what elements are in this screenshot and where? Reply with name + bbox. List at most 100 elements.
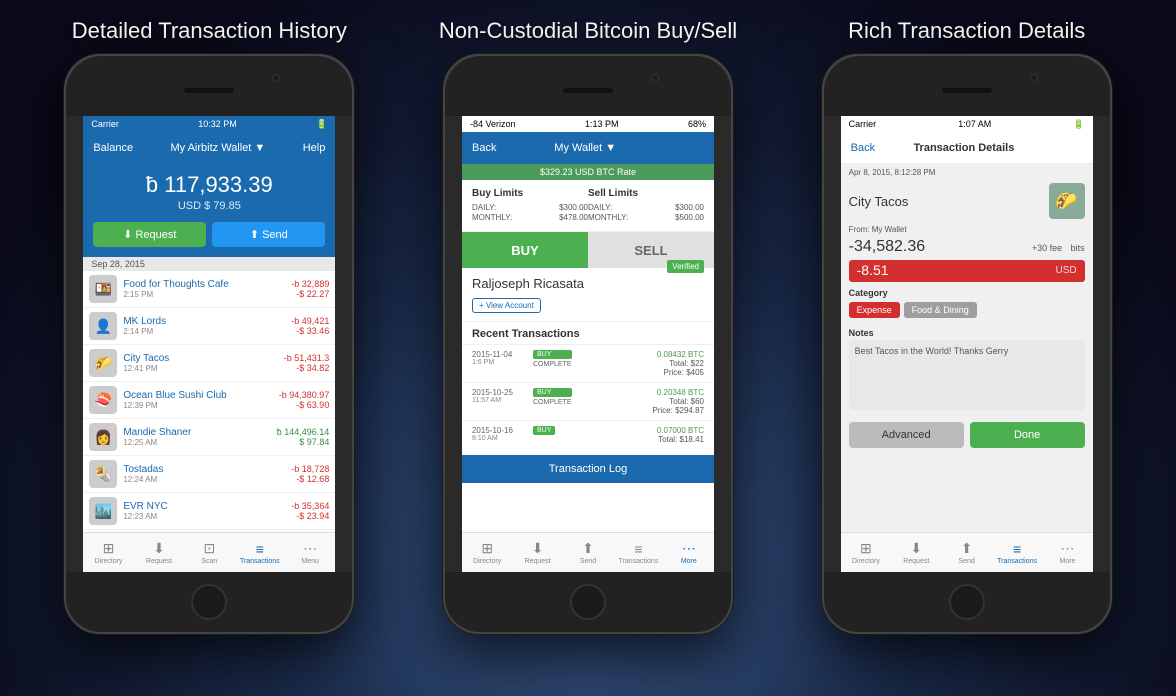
p2-tx-btc-2: 0.07000 BTC — [561, 426, 704, 435]
p1-tx-icon-3: 🍣 — [89, 386, 117, 414]
page-layout: Detailed Transaction History Non-Custodi… — [0, 0, 1176, 696]
p2-tx-item-0: 2015-11-04 1:6 PM BUY COMPLETE 0.08432 B… — [462, 344, 714, 382]
p1-tx-amounts-3: -b 94,380.97 -$ 63.90 — [279, 390, 330, 410]
phone-3-home-button[interactable] — [949, 584, 985, 620]
p1-battery: 🔋 — [316, 119, 327, 130]
phone-2-home-button[interactable] — [570, 584, 606, 620]
send-icon: ⬆ — [582, 540, 594, 557]
p1-tx-usd-5: -$ 12.68 — [291, 474, 329, 484]
p3-action-row: Advanced Done — [841, 416, 1093, 454]
p3-tab-directory[interactable]: ⊞ Directory — [841, 533, 891, 572]
phone-1-status-bar: Carrier 10:32 PM 🔋 — [83, 116, 335, 132]
p3-tab-more[interactable]: ⋯ More — [1042, 533, 1092, 572]
p2-tx-price-0: Price: $405 — [578, 368, 704, 377]
p2-back-button[interactable]: Back — [472, 142, 496, 154]
download-icon: ⬇ — [123, 228, 132, 241]
p1-amount-section: ƀ 117,933.39 USD $ 79.85 — [83, 164, 335, 222]
p1-tx-item: 🍣 Ocean Blue Sushi Club 12:39 PM -b 94,3… — [83, 382, 335, 419]
p1-tab-menu[interactable]: ⋯ Menu — [285, 533, 335, 572]
p3-done-button[interactable]: Done — [970, 422, 1085, 448]
p1-send-button[interactable]: ⬆ Send — [212, 222, 325, 247]
p1-tx-btc-2: -b 51,431.3 — [284, 353, 330, 363]
p2-buy-daily: DAILY: $300.00 — [472, 203, 588, 212]
p3-back-button[interactable]: Back — [851, 142, 875, 154]
p2-tab-transactions[interactable]: ≡ Transactions — [613, 533, 663, 572]
p2-tx-amounts-1: 0.20348 BTC Total: $60 Price: $294.87 — [578, 388, 704, 415]
scan-icon: ⊡ — [203, 540, 215, 557]
p1-btc-amount: ƀ 117,933.39 — [87, 172, 331, 198]
p2-tx-badge-1: BUY — [533, 388, 572, 397]
p3-tab-send[interactable]: ⬆ Send — [941, 533, 991, 572]
p3-merchant-row: City Tacos 🌮 — [841, 179, 1093, 223]
p1-wallet-selector[interactable]: My Airbitz Wallet ▼ — [170, 142, 265, 154]
p3-fee: +30 fee — [1032, 243, 1062, 253]
p2-tab-directory[interactable]: ⊞ Directory — [462, 533, 512, 572]
phone-1-home-button[interactable] — [191, 584, 227, 620]
headers-row: Detailed Transaction History Non-Custodi… — [0, 0, 1176, 54]
p2-tx-item-1: 2015-10-25 11:57 AM BUY COMPLETE 0.20348… — [462, 382, 714, 420]
p2-buy-tab[interactable]: BUY — [462, 232, 588, 268]
p2-view-account-link[interactable]: + View Account — [472, 298, 541, 313]
p1-tab-request[interactable]: ⬇ Request — [134, 533, 184, 572]
p1-tx-usd-3: -$ 63.90 — [279, 400, 330, 410]
p2-user-name: Raljoseph Ricasata — [472, 276, 584, 291]
p1-tx-name-6: EVR NYC — [123, 501, 285, 512]
transactions-icon: ≡ — [256, 541, 264, 557]
p2-tx-date-1: 2015-10-25 11:57 AM — [472, 388, 527, 404]
p2-wallet-selector[interactable]: My Wallet ▼ — [554, 142, 616, 154]
more-icon: ⋯ — [682, 540, 696, 557]
p1-help-link[interactable]: Help — [303, 142, 326, 154]
p3-merchant-name: City Tacos — [849, 194, 1041, 209]
p2-tab-send[interactable]: ⬆ Send — [563, 533, 613, 572]
p2-user-section: Raljoseph Ricasata + View Account Verifi… — [462, 268, 714, 322]
p1-tx-amounts-4: ƀ 144,496.14 $ 97.84 — [277, 427, 330, 447]
p1-tx-usd-0: -$ 22.27 — [291, 289, 329, 299]
p1-tx-item: 🏙️ EVR NYC 12:23 AM -b 35,364 -$ 23.94 — [83, 493, 335, 530]
p2-sell-limits: Sell Limits DAILY: $300.00 MONTHLY: $500… — [588, 188, 704, 223]
p2-limits: Buy Limits DAILY: $300.00 MONTHLY: $478.… — [462, 180, 714, 232]
phone-3-top — [824, 56, 1110, 116]
p2-buy-monthly: MONTHLY: $478.00 — [472, 213, 588, 222]
p1-tx-amounts-6: -b 35,364 -$ 23.94 — [291, 501, 329, 521]
p2-tx-item-2: 2015-10-16 8:10 AM BUY 0.07000 BTC Total… — [462, 420, 714, 449]
phone-1-speaker — [184, 88, 234, 93]
phone-2-bottom — [445, 572, 731, 632]
p3-notes-box[interactable]: Best Tacos in the World! Thanks Gerry — [849, 340, 1085, 410]
p3-tab-request[interactable]: ⬇ Request — [891, 533, 941, 572]
p3-tab-transactions[interactable]: ≡ Transactions — [992, 533, 1042, 572]
p1-tx-icon-1: 👤 — [89, 312, 117, 340]
p3-nav-title: Transaction Details — [913, 142, 1014, 154]
p3-detail-content: Apr 8, 2015, 8:12:28 PM City Tacos 🌮 Fro… — [841, 164, 1093, 532]
p1-tx-time-4: 12:25 AM — [123, 438, 270, 447]
transactions-icon: ≡ — [1013, 541, 1021, 557]
p1-tab-directory[interactable]: ⊞ Directory — [83, 533, 133, 572]
p2-tab-request[interactable]: ⬇ Request — [512, 533, 562, 572]
p2-transaction-log-button[interactable]: Transaction Log — [462, 455, 714, 483]
p2-tx-badge-0: BUY — [533, 350, 572, 359]
p3-tab-bar: ⊞ Directory ⬇ Request ⬆ Send ≡ Transacti… — [841, 532, 1093, 572]
p1-actions: ⬇ Request ⬆ Send — [83, 222, 335, 257]
phone-1-screen: Carrier 10:32 PM 🔋 Balance My Airbitz Wa… — [83, 116, 335, 572]
p1-balance-link[interactable]: Balance — [93, 142, 133, 154]
p3-transaction-date: Apr 8, 2015, 8:12:28 PM — [841, 164, 1093, 179]
transactions-icon: ≡ — [634, 541, 642, 557]
p1-tx-time-2: 12:41 PM — [123, 364, 277, 373]
p1-tx-icon-5: 🌯 — [89, 460, 117, 488]
p2-tx-total-0: Total: $22 — [578, 359, 704, 368]
p2-tab-more[interactable]: ⋯ More — [664, 533, 714, 572]
p1-tab-transactions[interactable]: ≡ Transactions — [235, 533, 285, 572]
p2-buy-limits-title: Buy Limits — [472, 188, 588, 199]
p1-request-button[interactable]: ⬇ Request — [93, 222, 206, 247]
p1-tab-scan[interactable]: ⊡ Scan — [184, 533, 234, 572]
p1-tx-icon-0: 🍱 — [89, 275, 117, 303]
p1-transaction-list: 🍱 Food for Thoughts Cafe 2:15 PM -b 32,8… — [83, 271, 335, 532]
p1-tx-amounts-2: -b 51,431.3 -$ 34.82 — [284, 353, 330, 373]
p3-food-dining-tag[interactable]: Food & Dining — [904, 302, 977, 318]
p1-tx-info-3: Ocean Blue Sushi Club 12:39 PM — [123, 390, 272, 410]
p3-advanced-button[interactable]: Advanced — [849, 422, 964, 448]
p1-tx-time-3: 12:39 PM — [123, 401, 272, 410]
p2-tx-date-2: 2015-10-16 8:10 AM — [472, 426, 527, 442]
p3-category-tags: Expense Food & Dining — [841, 300, 1093, 324]
p3-expense-tag[interactable]: Expense — [849, 302, 900, 318]
p2-buy-limits: Buy Limits DAILY: $300.00 MONTHLY: $478.… — [472, 188, 588, 223]
